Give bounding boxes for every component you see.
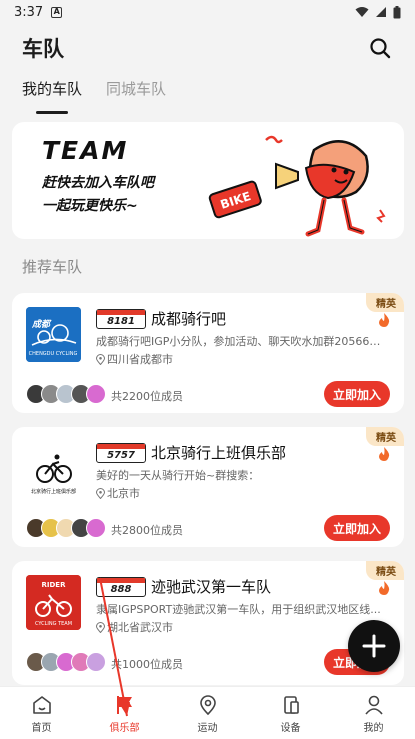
plus-icon bbox=[362, 634, 386, 658]
team-location-text: 湖北省武汉市 bbox=[107, 621, 173, 634]
promo-banner[interactable]: TEAM 赶快去加入车队吧 一起玩更快乐~ BIKE bbox=[12, 122, 404, 239]
nav-home-label: 首页 bbox=[31, 723, 52, 734]
battery-icon bbox=[393, 5, 401, 18]
nav-device-label: 设备 bbox=[280, 723, 301, 734]
team-name: 北京骑行上班俱乐部 bbox=[151, 444, 287, 462]
fire-icon bbox=[379, 447, 390, 461]
team-card[interactable]: 北京骑行上班俱乐部 5757 北京骑行上班俱乐部 精英 美好的一天从骑行开始~群… bbox=[12, 427, 404, 547]
tab-my-teams[interactable]: 我的车队 bbox=[22, 78, 82, 114]
member-count: 共2200位成员 bbox=[111, 390, 183, 403]
search-button[interactable] bbox=[367, 35, 393, 61]
team-location: 湖北省武汉市 bbox=[96, 619, 173, 635]
section-title-recommended: 推荐车队 bbox=[22, 258, 83, 276]
member-avatars bbox=[26, 384, 106, 404]
fire-icon bbox=[379, 581, 390, 595]
notification-icon: A bbox=[51, 6, 63, 18]
team-location: 北京市 bbox=[96, 485, 140, 501]
elite-badge: 精英 bbox=[366, 561, 404, 580]
avatar bbox=[86, 384, 106, 404]
bike-sign: BIKE bbox=[208, 180, 262, 219]
avatar bbox=[86, 652, 106, 672]
elite-badge: 精英 bbox=[366, 427, 404, 446]
signal-icon bbox=[376, 7, 386, 17]
team-description: 美好的一天从骑行开始~群搜索： bbox=[96, 469, 260, 482]
team-description: 成都骑行吧IGP小分队，参加活动、聊天吹水加群2056696... bbox=[96, 335, 386, 348]
team-name: 成都骑行吧 bbox=[151, 310, 227, 328]
mascot-illustration: BIKE bbox=[208, 135, 386, 237]
status-time: 3:37 bbox=[14, 4, 44, 20]
nav-profile[interactable]: 我的 bbox=[332, 687, 415, 739]
nav-device[interactable]: 设备 bbox=[249, 687, 332, 739]
nav-club[interactable]: 俱乐部 bbox=[83, 687, 166, 739]
nav-home[interactable]: 首页 bbox=[0, 687, 83, 739]
team-location: 四川省成都市 bbox=[96, 351, 173, 367]
nav-sport-label: 运动 bbox=[197, 723, 218, 734]
svg-text:成都: 成都 bbox=[31, 319, 52, 330]
banner-title: TEAM bbox=[42, 136, 129, 165]
team-location-text: 四川省成都市 bbox=[107, 353, 173, 366]
bottom-navigation: 首页 俱乐部 运动 设备 我的 bbox=[0, 686, 415, 739]
device-icon bbox=[283, 696, 299, 714]
fire-icon bbox=[379, 313, 390, 327]
app-header: 车队 bbox=[0, 24, 415, 72]
flag-icon bbox=[116, 696, 132, 714]
member-count: 共1000位成员 bbox=[111, 658, 183, 671]
team-description: 隶属IGPSPORT迹驰武汉第一车队，用于组织武汉地区线... bbox=[96, 603, 381, 616]
profile-icon bbox=[364, 695, 383, 715]
tab-local-teams[interactable]: 同城车队 bbox=[106, 78, 166, 110]
nav-club-label: 俱乐部 bbox=[109, 723, 140, 734]
team-logo: 北京骑行上班俱乐部 bbox=[26, 441, 81, 496]
svg-text:CYCLING TEAM: CYCLING TEAM bbox=[35, 621, 72, 627]
nav-sport[interactable]: 运动 bbox=[166, 687, 249, 739]
banner-line1: 赶快去加入车队吧 bbox=[42, 175, 154, 191]
wifi-icon bbox=[355, 7, 369, 17]
member-avatars bbox=[26, 518, 106, 538]
search-icon bbox=[370, 38, 391, 59]
location-pin-icon bbox=[96, 621, 105, 633]
elite-badge: 精英 bbox=[366, 293, 404, 312]
team-tabs: 我的车队 同城车队 bbox=[22, 78, 166, 114]
member-count: 共2800位成员 bbox=[111, 524, 183, 537]
home-icon bbox=[32, 696, 51, 714]
team-card[interactable]: 成都 CHENGDU CYCLING 8181 成都骑行吧 精英 成都骑行吧IG… bbox=[12, 293, 404, 413]
svg-text:CHENGDU CYCLING: CHENGDU CYCLING bbox=[29, 351, 78, 357]
license-plate-badge: 888 bbox=[96, 577, 146, 597]
plate-number: 5757 bbox=[107, 450, 135, 461]
location-pin-icon bbox=[96, 487, 105, 499]
nav-profile-label: 我的 bbox=[363, 723, 384, 734]
member-avatars bbox=[26, 652, 106, 672]
create-team-button[interactable] bbox=[348, 620, 400, 672]
license-plate-badge: 8181 bbox=[96, 309, 146, 329]
page-title: 车队 bbox=[22, 37, 64, 61]
plate-number: 8181 bbox=[107, 316, 135, 327]
location-pin-icon bbox=[199, 695, 216, 716]
join-button[interactable]: 立即加入 bbox=[324, 515, 390, 541]
team-location-text: 北京市 bbox=[107, 487, 140, 500]
banner-line2: 一起玩更快乐~ bbox=[42, 198, 138, 214]
plate-number: 888 bbox=[110, 584, 132, 595]
location-pin-icon bbox=[96, 353, 105, 365]
team-card[interactable]: RIDER CYCLING TEAM 888 迹驰武汉第一车队 精英 隶属IGP… bbox=[12, 561, 404, 685]
status-bar: 3:37 A bbox=[0, 0, 415, 24]
license-plate-badge: 5757 bbox=[96, 443, 146, 463]
avatar bbox=[86, 518, 106, 538]
team-logo: 成都 CHENGDU CYCLING bbox=[26, 307, 81, 362]
logo-caption: 北京骑行上班俱乐部 bbox=[31, 488, 76, 495]
join-button[interactable]: 立即加入 bbox=[324, 381, 390, 407]
svg-text:RIDER: RIDER bbox=[42, 581, 67, 589]
team-name: 迹驰武汉第一车队 bbox=[151, 578, 272, 596]
status-icons bbox=[355, 5, 401, 19]
team-logo: RIDER CYCLING TEAM bbox=[26, 575, 81, 630]
